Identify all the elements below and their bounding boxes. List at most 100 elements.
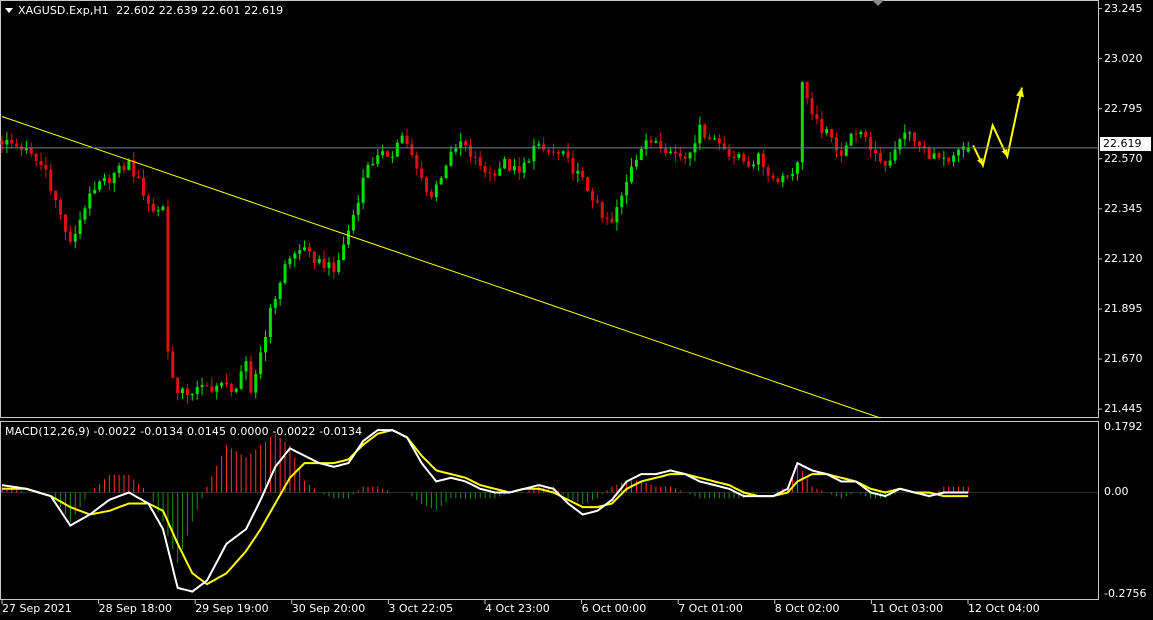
candle-body <box>859 131 863 135</box>
candle-body <box>542 144 546 150</box>
candle-body <box>83 208 87 220</box>
candle-body <box>425 177 429 192</box>
candle-body <box>205 385 209 387</box>
candle-body <box>190 393 194 396</box>
candle-body <box>224 382 228 385</box>
candle-body <box>10 139 14 144</box>
candle-body <box>825 129 829 134</box>
candle-body <box>234 388 238 392</box>
candle-body <box>947 157 951 162</box>
candle-body <box>268 307 272 338</box>
candle-body <box>15 143 19 147</box>
candle-body <box>581 170 585 178</box>
candle-body <box>615 207 619 223</box>
candle-body <box>547 149 551 152</box>
candle-body <box>854 133 858 135</box>
candle-body <box>312 251 316 263</box>
price-tick-label: 22.795 <box>1104 101 1143 115</box>
candle-body <box>39 160 43 166</box>
forecast-zigzag <box>972 87 1023 169</box>
candle-body <box>913 132 917 142</box>
candle-body <box>63 214 67 232</box>
candle-body <box>747 161 751 167</box>
candle-body <box>595 200 599 203</box>
candle-body <box>698 124 702 144</box>
candle-body <box>386 151 390 157</box>
candle-body <box>483 165 487 173</box>
candle-body <box>220 382 224 386</box>
candle-body <box>151 203 155 212</box>
candle-body <box>800 82 804 163</box>
candle-body <box>93 189 97 194</box>
time-tick-label: 3 Oct 22:05 <box>388 602 454 615</box>
time-tick-label: 29 Sep 19:00 <box>195 602 269 615</box>
candle-body <box>493 173 497 176</box>
chart-shift-marker[interactable] <box>872 0 884 6</box>
candle-body <box>142 177 146 196</box>
macd-line <box>1 429 969 593</box>
candle-body <box>932 153 936 159</box>
candle-body <box>293 253 297 259</box>
candle-body <box>88 193 92 209</box>
candle-body <box>122 165 126 170</box>
symbol-header: XAGUSD.Exp,H1 22.602 22.639 22.601 22.61… <box>5 4 283 17</box>
candle-body <box>893 149 897 161</box>
macd-tick-label: 0.00 <box>1104 485 1129 499</box>
candle-body <box>429 191 433 198</box>
candle-body <box>791 173 795 176</box>
candle-body <box>942 157 946 159</box>
candle-body <box>722 143 726 150</box>
candle-body <box>917 141 921 147</box>
macd-tick-label: -0.2756 <box>1104 586 1147 600</box>
candle-body <box>307 247 311 252</box>
candle-body <box>908 132 912 134</box>
chart-canvas <box>0 0 1102 604</box>
candle-body <box>610 218 614 223</box>
candle-body <box>878 153 882 162</box>
candle-body <box>639 148 643 161</box>
candle-body <box>59 200 63 215</box>
candle-body <box>98 181 102 190</box>
candle-body <box>498 168 502 176</box>
candle-body <box>317 258 321 263</box>
price-tick-label: 22.345 <box>1104 201 1143 215</box>
candle-body <box>161 206 165 211</box>
candle-body <box>405 135 409 145</box>
candle-body <box>464 141 468 146</box>
candle-body <box>488 172 492 174</box>
candle-body <box>742 154 746 162</box>
candle-body <box>752 164 756 167</box>
candle-body <box>522 162 526 173</box>
candle-body <box>654 141 658 143</box>
candle-body <box>786 175 790 177</box>
candle-body <box>439 177 443 185</box>
dropdown-triangle-icon[interactable] <box>5 8 13 13</box>
time-tick-label: 12 Oct 04:00 <box>968 602 1040 615</box>
candle-body <box>776 178 780 183</box>
candle-body <box>303 247 307 251</box>
candle-body <box>556 152 560 154</box>
candle-body <box>927 148 931 159</box>
candle-body <box>630 166 634 183</box>
candle-body <box>73 233 77 242</box>
candle-body <box>29 148 33 154</box>
candle-body <box>68 231 72 242</box>
candle-body <box>102 177 106 182</box>
candle-body <box>356 202 360 215</box>
candle-body <box>956 149 960 156</box>
macd-plot-frame <box>0 421 1099 600</box>
candle-body <box>254 374 258 393</box>
macd-header: MACD(12,26,9) -0.0022 -0.0134 0.0145 0.0… <box>5 425 363 438</box>
candle-body <box>771 175 775 179</box>
candle-body <box>24 148 28 151</box>
candle-body <box>561 151 565 154</box>
candle-body <box>517 166 521 173</box>
candle-body <box>376 155 380 164</box>
price-tick-label: 23.245 <box>1104 1 1143 15</box>
current-price-tag: 22.619 <box>1100 137 1151 151</box>
candle-body <box>649 140 653 143</box>
candle-body <box>732 156 736 158</box>
candle-body <box>551 151 555 153</box>
candle-body <box>444 165 448 178</box>
candle-body <box>683 156 687 159</box>
